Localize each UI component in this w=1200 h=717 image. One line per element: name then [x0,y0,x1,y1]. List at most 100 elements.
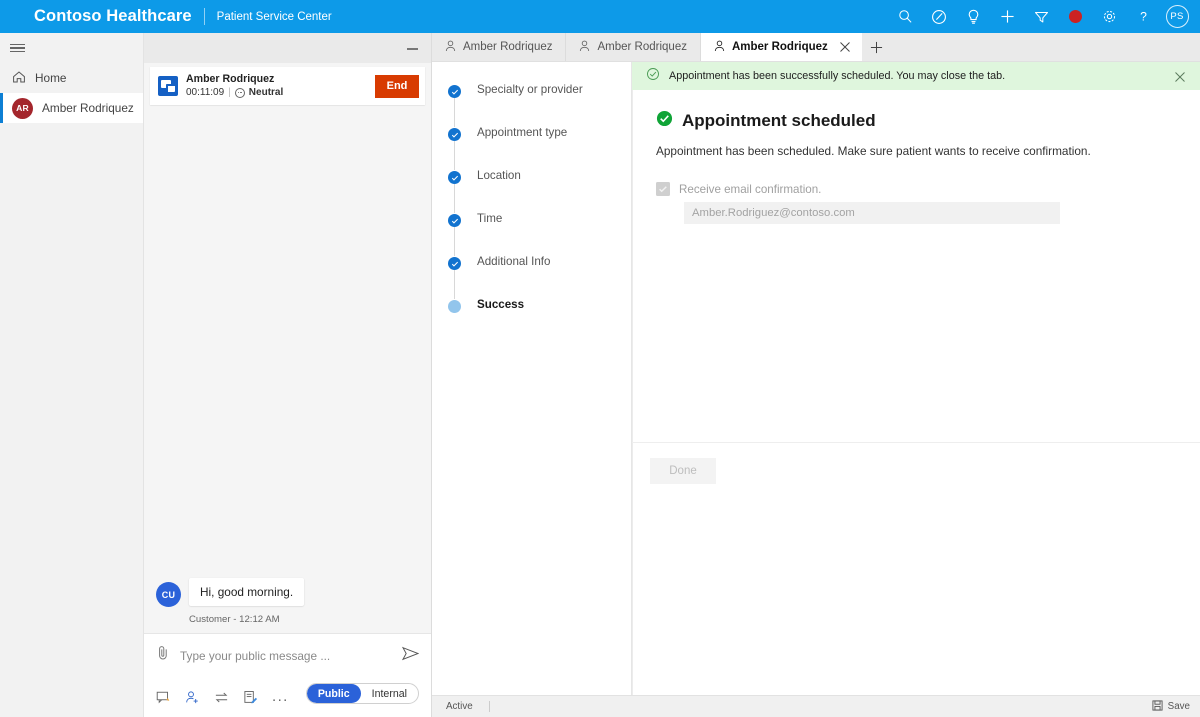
tab-label: Amber Rodriquez [732,41,828,53]
avatar: CU [156,582,181,607]
done-button[interactable]: Done [650,458,716,484]
search-icon[interactable] [888,0,922,33]
step-appointment-type[interactable]: Appointment type [448,127,631,170]
minimize-icon[interactable] [406,41,419,54]
sidebar-item-label: Amber Rodriquez [42,101,134,115]
person-icon [445,40,456,55]
home-icon [12,70,26,87]
note-icon[interactable] [243,690,258,705]
panel-footer: Done [632,442,1200,502]
chat-composer-toolbar: ... Public Internal [144,677,431,717]
separator: | [228,86,231,99]
chat-session-name: Amber Rodriquez [186,73,375,86]
lightbulb-icon[interactable] [956,0,990,33]
success-content: Appointment scheduled Appointment has be… [632,90,1200,224]
page-title: Appointment scheduled [682,111,876,131]
attachment-icon[interactable] [156,645,170,666]
sidebar-item-amber-rodriquez[interactable]: AR Amber Rodriquez [0,93,143,123]
chat-panel-titlebar [144,33,431,63]
end-session-button[interactable]: End [375,75,419,98]
brand-subtitle: Patient Service Center [217,11,332,23]
confirmation-email-field: Amber.Rodriguez@contoso.com [684,202,1060,224]
step-label: Specialty or provider [477,83,583,96]
receive-email-confirmation-label: Receive email confirmation. [679,183,821,196]
panel-divider [632,62,633,695]
appointment-success-panel: Appointment has been successfully schedu… [632,62,1200,695]
message-input[interactable] [180,649,392,663]
chat-composer-input-row [144,634,431,677]
success-banner: Appointment has been successfully schedu… [632,62,1200,90]
avatar-initials: PS [1166,5,1189,28]
step-connector [454,270,455,299]
chat-session-meta: Amber Rodriquez 00:11:09 | Neutral [186,73,375,99]
chat-message-caption: Customer - 12:12 AM [189,614,304,625]
chat-message-body: Hi, good morning. Customer - 12:12 AM [189,578,304,625]
step-connector [454,141,455,170]
receive-email-confirmation-row: Receive email confirmation. [656,182,1176,196]
step-completed-icon [448,128,461,141]
close-icon[interactable] [839,41,851,53]
tab-amber-rodriquez-3[interactable]: Amber Rodriquez [701,33,862,61]
more-icon[interactable]: ... [272,693,289,701]
chat-timer: 00:11:09 [186,86,224,99]
appointment-description: Appointment has been scheduled. Make sur… [656,144,1176,158]
add-person-icon[interactable] [185,690,200,705]
new-tab-button[interactable] [862,33,892,61]
plus-icon[interactable] [990,0,1024,33]
filter-icon[interactable] [1024,0,1058,33]
step-location[interactable]: Location [448,170,631,213]
status-separator [489,701,490,712]
assistant-icon[interactable] [922,0,956,33]
step-time[interactable]: Time [448,213,631,256]
receive-email-confirmation-checkbox [656,182,670,196]
quick-reply-icon[interactable] [156,690,171,705]
sentiment-neutral-icon [235,88,245,98]
send-icon[interactable] [402,646,419,666]
step-completed-icon [448,171,461,184]
hamburger-menu-icon[interactable] [0,33,143,63]
check-circle-outline-icon [646,67,660,86]
record-icon[interactable] [1058,0,1092,33]
tab-label: Amber Rodriquez [597,41,686,53]
appointment-stepper: Specialty or provider Appointment type L… [432,62,632,695]
step-completed-icon [448,257,461,270]
sidebar: Home AR Amber Rodriquez [0,33,144,717]
chat-panel: Amber Rodriquez 00:11:09 | Neutral End C… [144,33,432,717]
visibility-option-public[interactable]: Public [307,684,361,703]
avatar: AR [12,98,33,119]
chat-session-card: Amber Rodriquez 00:11:09 | Neutral End [150,67,425,105]
step-success[interactable]: Success [448,299,631,342]
status-text: Active [446,701,473,712]
step-additional-info[interactable]: Additional Info [448,256,631,299]
step-label: Time [477,212,502,225]
step-label: Success [477,298,524,311]
step-connector [454,227,455,256]
success-banner-text: Appointment has been successfully schedu… [669,70,1005,82]
transfer-icon[interactable] [214,690,229,705]
user-avatar[interactable]: PS [1160,0,1194,33]
step-specialty-or-provider[interactable]: Specialty or provider [448,84,631,127]
save-icon [1152,700,1163,714]
sidebar-item-home[interactable]: Home [0,63,143,93]
chat-message-list: CU Hi, good morning. Customer - 12:12 AM [144,105,431,633]
sidebar-item-label: Home [35,71,66,85]
tab-strip: Amber Rodriquez Amber Rodriquez Amber Ro… [432,33,1200,62]
help-icon[interactable]: ? [1126,0,1160,33]
top-brand-bar: Contoso Healthcare Patient Service Cente… [0,0,1200,33]
chat-message-bubble: Hi, good morning. [189,578,304,606]
close-icon[interactable] [1174,70,1186,82]
tab-amber-rodriquez-1[interactable]: Amber Rodriquez [432,33,566,61]
status-bar: Active Save [432,695,1200,717]
visibility-option-internal[interactable]: Internal [361,684,418,703]
step-completed-icon [448,85,461,98]
tab-amber-rodriquez-2[interactable]: Amber Rodriquez [566,33,700,61]
check-circle-filled-icon [656,110,673,132]
step-label: Additional Info [477,255,550,268]
chat-session-substatus: 00:11:09 | Neutral [186,86,375,99]
save-button[interactable]: Save [1152,700,1190,714]
brand-separator [204,8,205,25]
person-icon [579,40,590,55]
top-bar-icons: ? PS [888,0,1194,33]
message-visibility-toggle: Public Internal [306,683,419,704]
gear-icon[interactable] [1092,0,1126,33]
